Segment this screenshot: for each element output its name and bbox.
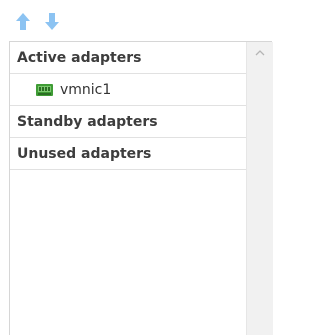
arrow-up-icon — [16, 12, 30, 30]
scroll-up-button[interactable] — [247, 42, 273, 64]
group-header-unused: Unused adapters — [10, 138, 246, 170]
adapter-failover-order-panel: Active adapters vmnic1 Standby adapters — [0, 0, 276, 335]
adapter-list: Active adapters vmnic1 Standby adapters — [9, 41, 273, 335]
adapter-name: vmnic1 — [60, 81, 112, 98]
group-label: Active adapters — [17, 49, 142, 66]
network-card-icon — [36, 83, 53, 96]
adapter-list-content: Active adapters vmnic1 Standby adapters — [10, 42, 246, 335]
group-label: Unused adapters — [17, 145, 152, 162]
group-label: Standby adapters — [17, 113, 158, 130]
chevron-up-icon — [255, 50, 265, 56]
vertical-scrollbar[interactable] — [246, 42, 273, 335]
move-down-button[interactable] — [42, 10, 62, 32]
toolbar — [13, 10, 62, 32]
group-header-standby: Standby adapters — [10, 106, 246, 138]
move-up-button[interactable] — [13, 10, 33, 32]
adapter-row-vmnic1[interactable]: vmnic1 — [10, 74, 246, 106]
arrow-down-icon — [45, 12, 59, 30]
group-header-active: Active adapters — [10, 42, 246, 74]
